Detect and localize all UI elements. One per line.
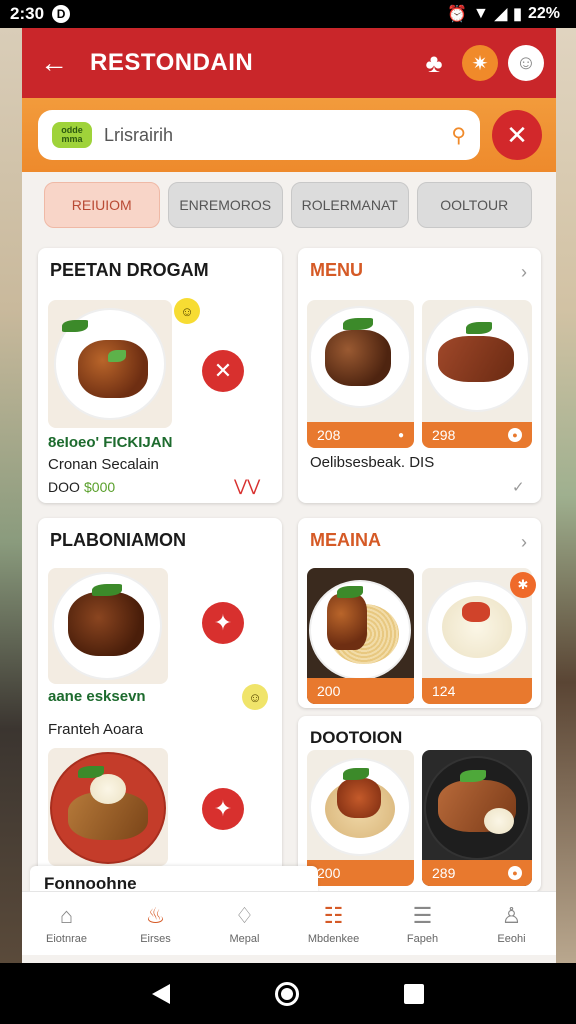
nav-item-food[interactable]: ♨ Eirses bbox=[111, 892, 200, 955]
menu-caption: Oelibsesbeak. DIS bbox=[310, 454, 435, 471]
signal-icon: ◢ bbox=[494, 6, 508, 23]
dish-image bbox=[48, 748, 168, 866]
alarm-icon: ⏰ bbox=[447, 6, 467, 23]
tab-1[interactable]: ENREMOROS bbox=[167, 182, 283, 228]
nav-item-menu[interactable]: ☷ Mbdenkee bbox=[289, 892, 378, 955]
nav-label: Eeohi bbox=[497, 932, 526, 945]
avatar[interactable]: ☺ bbox=[508, 45, 544, 81]
price-bar: 200 bbox=[307, 860, 414, 886]
dish-image bbox=[48, 300, 172, 428]
system-nav-bar bbox=[0, 963, 576, 1024]
price-bar: 298 ● bbox=[422, 422, 532, 448]
home-icon: ⌂ bbox=[59, 902, 74, 928]
category-tabs: REIUIOM ENREMOROS ROLERMANAT OOLTOUR bbox=[22, 172, 556, 238]
bottom-nav: ⌂ Eiotnrae ♨ Eirses ♢ Mepal ☷ Mbdenkee ☰… bbox=[22, 891, 556, 955]
nav-label: Mepal bbox=[229, 932, 260, 945]
dish-card-1[interactable]: PEETAN DROGAM ☺ ✕ 8eIoeo' FICKIJAN Crona… bbox=[38, 248, 282, 503]
status-time: 2:30 bbox=[10, 4, 45, 23]
price-label: 124 bbox=[432, 683, 456, 699]
notification-badge-icon: D bbox=[52, 5, 71, 23]
food-icon: ♨ bbox=[145, 902, 166, 928]
menu-icon: ☷ bbox=[323, 902, 344, 928]
nav-label: Mbdenkee bbox=[307, 932, 360, 945]
search-box[interactable]: odde mma Lrisrairih ⚲ bbox=[38, 110, 480, 160]
page-title: RESTONDAIN bbox=[90, 49, 254, 76]
profile-icon: ♙ bbox=[501, 902, 522, 928]
chevron-right-icon[interactable]: › bbox=[521, 262, 527, 283]
chef-hat-icon[interactable]: ♣ bbox=[416, 45, 452, 81]
menu-card-1[interactable]: MENU › 208 ● 298 ● Oelibsesbeak. DIS ✓ bbox=[298, 248, 541, 503]
tab-2[interactable]: ROLERMANAT bbox=[291, 182, 409, 228]
tab-0[interactable]: REIUIOM bbox=[44, 182, 160, 228]
dish-name: aane esksevn bbox=[48, 688, 146, 705]
star-icon[interactable]: ✱ bbox=[510, 572, 536, 598]
system-recents-icon[interactable] bbox=[403, 983, 424, 1004]
price-bar: 124 bbox=[422, 678, 532, 704]
card-title: PLABONIAMON bbox=[50, 530, 186, 550]
dish-image bbox=[48, 568, 168, 684]
search-input[interactable]: Lrisrairih bbox=[104, 125, 439, 146]
price-bar: 208 ● bbox=[307, 422, 414, 448]
nav-item-profile[interactable]: ♙ Eeohi bbox=[467, 892, 556, 955]
card-title: PEETAN DROGAM bbox=[50, 260, 209, 280]
system-back-icon[interactable] bbox=[152, 983, 171, 1004]
heartbeat-icon[interactable]: ⋁⋁ bbox=[234, 476, 260, 496]
price-label: 200 bbox=[317, 683, 341, 699]
card-title: DOOTOION bbox=[310, 728, 403, 747]
check-icon[interactable]: ✓ bbox=[512, 478, 525, 496]
price-label: 298 bbox=[432, 427, 456, 443]
battery-text: 22% bbox=[527, 5, 560, 22]
bag-icon: ♢ bbox=[234, 902, 255, 928]
price-bar: 289 ● bbox=[422, 860, 532, 886]
remove-button[interactable]: ✦ bbox=[202, 602, 244, 644]
nav-label: Eiotnrae bbox=[46, 932, 87, 945]
dish-price: $000 bbox=[84, 479, 116, 495]
tab-3[interactable]: OOLTOUR bbox=[416, 182, 532, 228]
menu-card-3[interactable]: DOOTOION 200 289 ● bbox=[298, 716, 541, 892]
menu-card-2[interactable]: MEAINA › 200 ✱ 124 bbox=[298, 518, 541, 708]
price-label: 289 bbox=[432, 865, 456, 881]
back-arrow-icon[interactable]: ← bbox=[40, 47, 76, 79]
dot-icon: ● bbox=[397, 429, 404, 441]
price-bar: 200 bbox=[307, 678, 414, 704]
remove-button[interactable]: ✦ bbox=[202, 788, 244, 830]
card-title: MENU bbox=[310, 260, 363, 280]
remove-button[interactable]: ✕ bbox=[202, 350, 244, 392]
top-bar: ← RESTONDAIN ♣ ✷ ☺ bbox=[22, 28, 556, 98]
price-label: 208 bbox=[317, 427, 341, 443]
cart-icon[interactable]: ● bbox=[508, 866, 522, 880]
notification-icon[interactable]: ✷ bbox=[462, 45, 498, 81]
nav-item-home[interactable]: ⌂ Eiotnrae bbox=[22, 892, 111, 955]
brand-logo: odde mma bbox=[52, 122, 92, 148]
dish-subtitle: Cronan Secalain bbox=[48, 456, 159, 473]
dish-subtitle: Franteh Aoara bbox=[48, 721, 144, 738]
wifi-icon: ▼ bbox=[473, 5, 489, 22]
nav-item-list[interactable]: ☰ Fapeh bbox=[378, 892, 467, 955]
system-home-icon[interactable] bbox=[274, 981, 299, 1006]
search-icon[interactable]: ⚲ bbox=[451, 123, 466, 148]
background-left bbox=[0, 28, 24, 963]
list-icon: ☰ bbox=[412, 902, 433, 928]
nav-label: Fapeh bbox=[406, 932, 439, 945]
smiley-icon: ☺ bbox=[242, 684, 268, 710]
cart-icon[interactable]: ● bbox=[508, 428, 522, 442]
smiley-icon: ☺ bbox=[174, 298, 200, 324]
chevron-right-icon[interactable]: › bbox=[521, 532, 527, 553]
battery-icon: ▮ bbox=[513, 6, 522, 23]
card-title: MEAINA bbox=[310, 530, 381, 550]
status-bar: 2:30 D ⏰ ▼ ◢ ▮ 22% bbox=[0, 0, 576, 28]
dish-name: 8eIoeo' FICKIJAN bbox=[48, 434, 173, 451]
close-button[interactable]: ✕ bbox=[492, 110, 542, 160]
app-window: ← RESTONDAIN ♣ ✷ ☺ odde mma Lrisrairih ⚲… bbox=[22, 28, 556, 963]
background-right bbox=[554, 28, 576, 963]
price-label: 200 bbox=[317, 865, 341, 881]
nav-item-bag[interactable]: ♢ Mepal bbox=[200, 892, 289, 955]
dish-card-2[interactable]: PLABONIAMON ✦ aane esksevn ☺ Franteh Aoa… bbox=[38, 518, 282, 878]
search-bar-area: odde mma Lrisrairih ⚲ ✕ bbox=[22, 98, 556, 172]
dish-price-prefix: DOO bbox=[48, 479, 80, 495]
nav-label: Eirses bbox=[140, 932, 171, 945]
